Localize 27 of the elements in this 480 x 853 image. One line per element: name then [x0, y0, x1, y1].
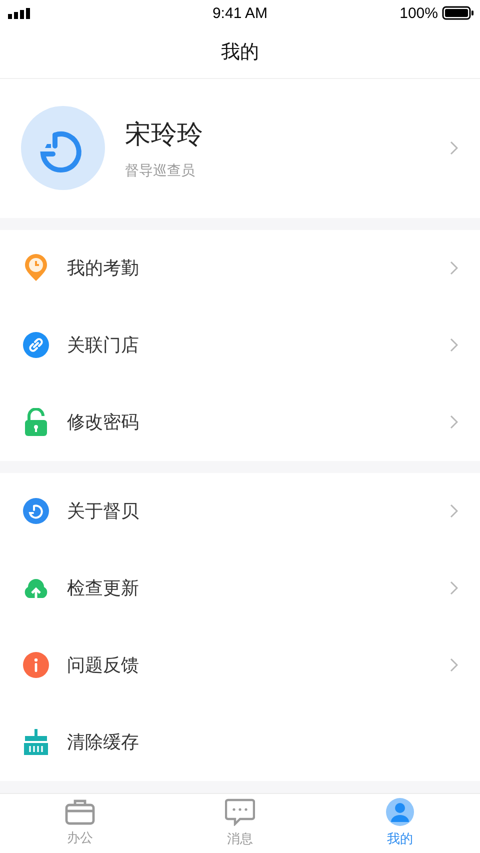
- cloud-upload-icon: [22, 576, 50, 600]
- avatar-icon: [21, 106, 105, 190]
- chevron-icon: [450, 141, 458, 156]
- profile-card[interactable]: 宋玲玲 督导巡查员: [0, 78, 480, 218]
- menu-item[interactable]: 关联门店: [0, 306, 480, 384]
- person-avatar-icon: [386, 798, 414, 826]
- signal-icon: [8, 8, 30, 19]
- page-title: 我的: [221, 40, 259, 66]
- menu-item[interactable]: 清除缓存: [0, 704, 480, 781]
- menu-item[interactable]: 修改密码: [0, 384, 480, 461]
- battery-icon: [442, 6, 474, 20]
- broom-icon: [22, 729, 50, 756]
- status-time: 9:41 AM: [212, 4, 268, 22]
- user-name: 宋玲玲: [125, 118, 204, 152]
- chat-bubble-icon: [225, 798, 255, 826]
- battery-percent: 100%: [400, 4, 438, 22]
- briefcase-icon: [65, 799, 95, 826]
- menu-item[interactable]: 问题反馈: [0, 626, 480, 704]
- menu-item[interactable]: 我的考勤: [0, 230, 480, 307]
- user-role: 督导巡查员: [125, 162, 196, 180]
- menu-item[interactable]: 关于督贝: [0, 472, 480, 550]
- unlocked-padlock-icon: [22, 408, 50, 436]
- info-icon: [22, 652, 50, 678]
- logo-icon: [22, 498, 50, 524]
- link-icon: [22, 332, 50, 358]
- clock-pin-icon: [22, 254, 50, 282]
- menu-item[interactable]: 检查更新: [0, 550, 480, 627]
